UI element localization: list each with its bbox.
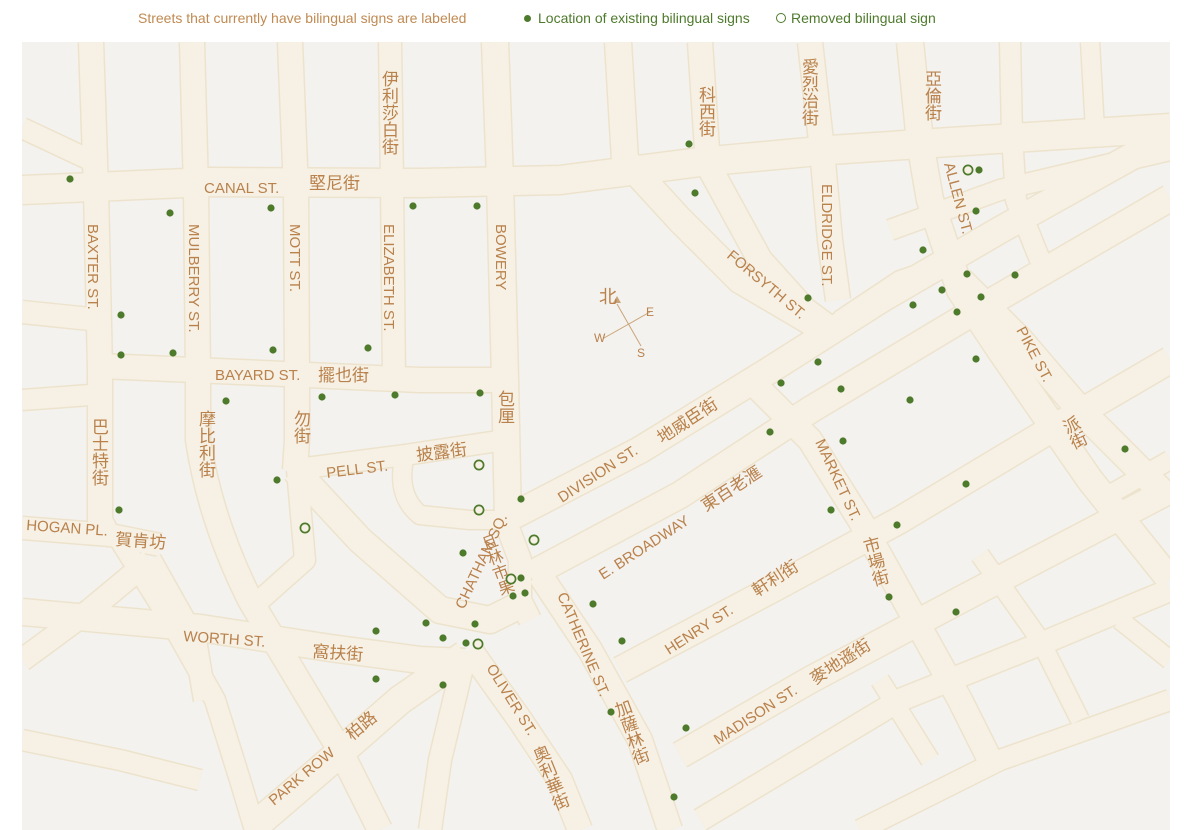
compass-west: W: [594, 331, 606, 345]
existing-sign-marker: [906, 396, 914, 404]
existing-sign-marker: [1121, 445, 1129, 453]
removed-sign-marker: [473, 459, 485, 471]
existing-sign-marker: [115, 506, 123, 514]
existing-sign-marker: [117, 351, 125, 359]
removed-sign-marker: [528, 534, 540, 546]
label-bayard-st-zh: 擺也街: [318, 366, 369, 386]
street-westdiag: [22, 385, 91, 410]
label-hogan-pl-zh: 賀肯坊: [115, 530, 167, 554]
existing-sign-marker: [766, 428, 774, 436]
existing-sign-marker: [318, 393, 326, 401]
existing-sign-marker: [471, 620, 479, 628]
existing-sign-marker: [827, 506, 835, 514]
existing-sign-marker: [682, 724, 690, 732]
label-baxter-st: BAXTER ST.: [84, 224, 101, 310]
existing-sign-marker: [521, 589, 529, 597]
existing-sign-marker: [938, 286, 946, 294]
label-bowery: BOWERY: [492, 224, 509, 290]
removed-sign-marker: [472, 638, 484, 650]
existing-sign-marker: [685, 140, 693, 148]
existing-sign-marker: [459, 549, 467, 557]
existing-sign-marker: [372, 675, 380, 683]
existing-sign-marker: [953, 308, 961, 316]
compass-north: 北: [599, 287, 617, 308]
existing-sign-marker: [670, 793, 678, 801]
chinatown-street-map: 北 E W S CANAL ST. 堅尼街 BAYARD ST. 擺也街 PEL…: [22, 42, 1170, 830]
existing-sign-marker: [509, 592, 517, 600]
existing-sign-marker: [166, 209, 174, 217]
existing-sign-marker: [837, 385, 845, 393]
existing-sign-marker: [972, 355, 980, 363]
existing-sign-marker: [975, 166, 983, 174]
existing-sign-marker: [517, 495, 525, 503]
removed-sign-marker: [299, 522, 311, 534]
existing-sign-marker: [691, 189, 699, 197]
existing-sign-marker: [919, 246, 927, 254]
existing-sign-marker: [952, 608, 960, 616]
label-eldridge-st: ELDRIDGE ST.: [818, 184, 835, 287]
compass-east: E: [646, 305, 654, 319]
existing-sign-marker: [977, 293, 985, 301]
label-bayard-st: BAYARD ST.: [215, 367, 300, 384]
existing-sign-marker: [273, 476, 281, 484]
existing-sign-marker: [391, 391, 399, 399]
existing-sign-marker: [963, 270, 971, 278]
existing-sign-marker: [372, 627, 380, 635]
existing-sign-marker: [839, 437, 847, 445]
label-bowery-zh: 包厘: [494, 390, 515, 424]
street-westlong: [22, 301, 102, 331]
existing-sign-marker: [117, 311, 125, 319]
existing-sign-marker: [618, 637, 626, 645]
existing-sign-marker: [439, 634, 447, 642]
removed-sign-marker: [505, 573, 517, 585]
label-canal-st: CANAL ST.: [204, 180, 279, 197]
existing-sign-marker: [222, 397, 230, 405]
existing-sign-marker: [777, 379, 785, 387]
label-baxter-st-zh: 巴士特街: [88, 418, 109, 486]
existing-sign-marker: [962, 480, 970, 488]
street-ludlow: [1081, 42, 1104, 131]
existing-sign-marker: [814, 358, 822, 366]
label-mott-st-zh: 勿街: [290, 410, 311, 444]
existing-sign-marker: [885, 593, 893, 601]
existing-sign-marker: [893, 521, 901, 529]
label-canal-st-zh: 堅尼街: [309, 174, 360, 194]
existing-sign-marker: [269, 346, 277, 354]
existing-sign-marker: [439, 681, 447, 689]
existing-sign-marker: [909, 301, 917, 309]
label-eldridge-st-zh: 愛烈治街: [798, 58, 819, 126]
label-mott-st: MOTT ST.: [286, 224, 303, 292]
existing-sign-marker: [169, 349, 177, 357]
existing-sign-marker: [607, 708, 615, 716]
label-elizabeth-st: ELIZABETH ST.: [380, 224, 397, 332]
existing-sign-marker: [462, 639, 470, 647]
removed-sign-marker: [962, 164, 974, 176]
existing-sign-marker: [589, 600, 597, 608]
existing-sign-marker: [804, 294, 812, 302]
existing-sign-marker: [364, 344, 372, 352]
label-mulberry-st: MULBERRY ST.: [185, 224, 202, 333]
label-worth-st-zh: 窩扶街: [312, 642, 364, 666]
existing-sign-marker: [476, 389, 484, 397]
existing-sign-marker: [409, 202, 417, 210]
label-mulberry-st-zh: 摩比利街: [195, 410, 216, 478]
existing-sign-marker: [517, 574, 525, 582]
existing-sign-marker: [267, 204, 275, 212]
existing-sign-marker: [422, 619, 430, 627]
compass-south: S: [637, 346, 645, 360]
existing-sign-marker: [972, 207, 980, 215]
label-forsyth-st-zh: 科西街: [695, 86, 716, 137]
existing-sign-marker: [66, 175, 74, 183]
removed-sign-marker: [473, 504, 485, 516]
existing-sign-marker: [1011, 271, 1019, 279]
existing-sign-marker: [473, 202, 481, 210]
label-elizabeth-st-zh: 伊利莎白街: [378, 70, 399, 155]
label-allen-st-zh: 亞倫街: [921, 70, 942, 121]
